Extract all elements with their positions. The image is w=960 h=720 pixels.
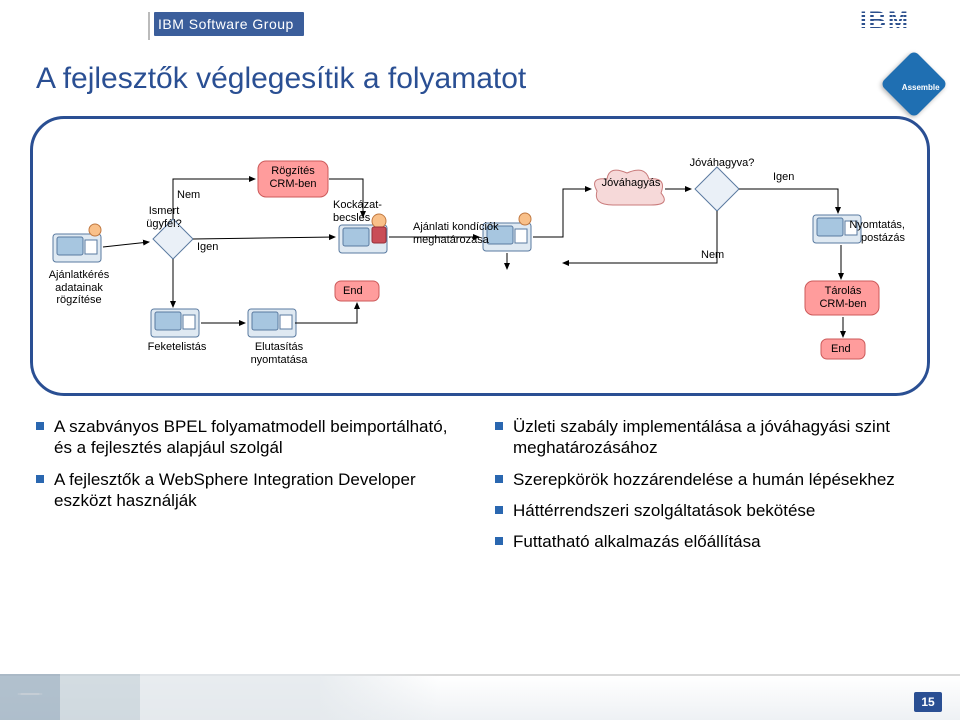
label-known-customer: Ismert ügyfél? [139,205,189,230]
label-end1: End [343,285,363,298]
bullet-item: Üzleti szabály implementálása a jóváhagy… [495,416,924,459]
label-request-capture: Ajánlatkérés adatainak rögzítése [39,269,119,307]
label-approved-q: Jóváhagyva? [683,157,761,170]
ibm-logo-text: IBM [860,7,910,35]
footer-decorative-image [0,674,320,720]
header-accent [148,12,150,40]
label-approval: Jóváhagyás [595,177,667,190]
page-number: 15 [914,692,942,712]
footer-fade [320,674,440,720]
group-label: IBM Software Group [154,12,304,36]
header: IBM Software Group IBM [0,0,960,40]
label-igen2: Igen [773,171,794,184]
bullets-section: A szabványos BPEL folyamatmodell beimpor… [0,404,960,562]
bullet-item: Futtatható alkalmazás előállítása [495,531,924,552]
bullets-left-col: A szabványos BPEL folyamatmodell beimpor… [36,416,465,562]
bullet-item: A fejlesztők a WebSphere Integration Dev… [36,469,465,512]
label-reject-print: Elutasítás nyomtatása [239,341,319,366]
label-end2: End [831,343,851,356]
label-nem2: Nem [701,249,724,262]
bullet-item: Háttérrendszeri szolgáltatások bekötése [495,500,924,521]
label-nem1: Nem [177,189,200,202]
label-define-conditions: Ajánlati kondíciók meghatározása [413,221,523,246]
label-crm-record: Rögzítés CRM-ben [263,165,323,190]
label-risk-assess: Kockázat-becslés [333,199,399,224]
assemble-badge-label: Assemble [897,63,945,92]
label-crm-store: Tárolás CRM-ben [811,285,875,310]
diagram-svg [33,119,933,399]
process-diagram: Ajánlatkérés adatainak rögzítése Ismert … [30,116,930,396]
bullet-item: A szabványos BPEL folyamatmodell beimpor… [36,416,465,459]
label-blacklist: Feketelistás [137,341,217,354]
page-title: A fejlesztők véglegesítik a folyamatot [0,40,960,102]
bullets-right-col: Üzleti szabály implementálása a jóváhagy… [495,416,924,562]
footer: 15 [0,674,960,720]
label-igen1: Igen [197,241,218,254]
bullet-item: Szerepkörök hozzárendelése a humán lépés… [495,469,924,490]
label-print-mail: Nyomtatás, postázás [805,219,905,244]
